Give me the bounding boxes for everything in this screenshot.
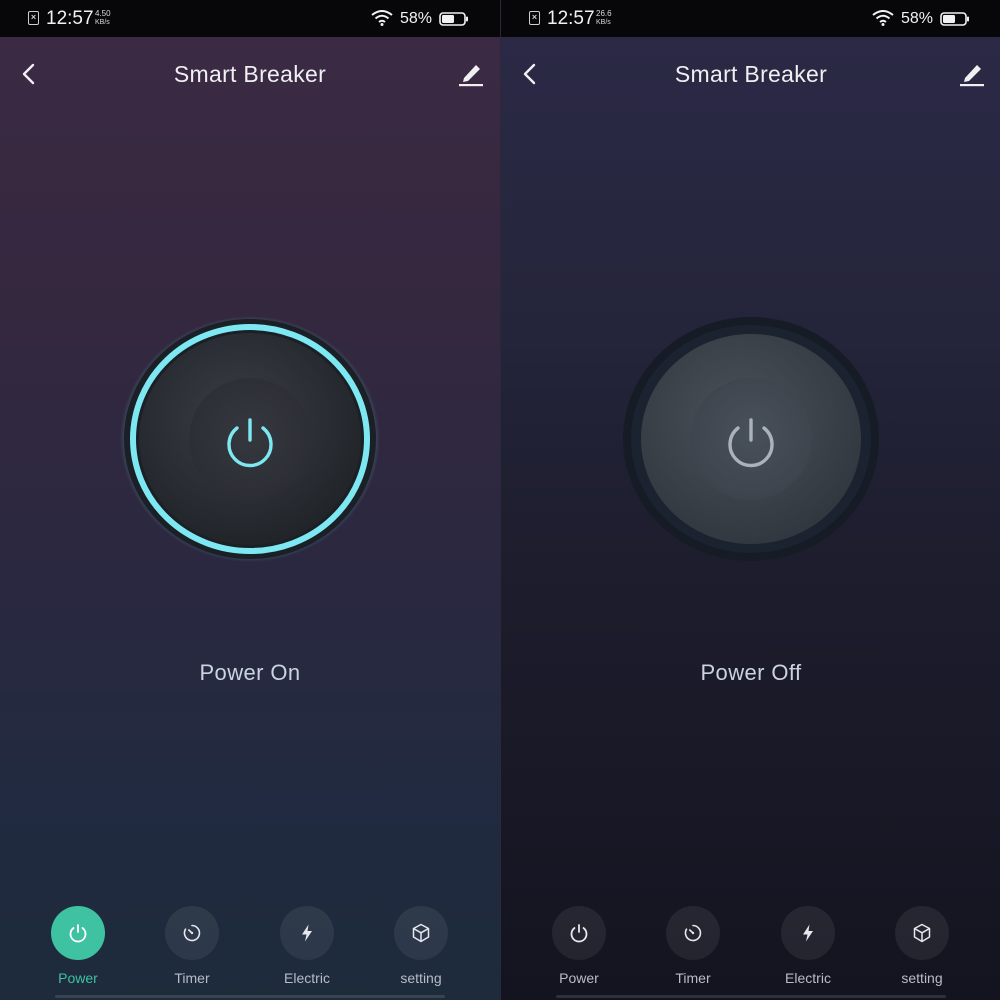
network-speed-unit: KB/s [596, 19, 611, 26]
network-speed: 4.50 KB/s [95, 9, 125, 27]
tab-timer-circle [165, 906, 219, 960]
network-speed-value: 26.6 [596, 9, 612, 18]
battery-icon [439, 12, 468, 26]
tab-power-circle [552, 906, 606, 960]
timer-icon [183, 924, 201, 942]
power-toggle-button[interactable] [120, 316, 380, 562]
tab-electric-circle [280, 906, 334, 960]
tab-label: Timer [174, 970, 210, 986]
battery-icon [940, 12, 969, 26]
tab-label: Timer [675, 970, 711, 986]
bottom-tab-bar: Power Timer Electric setting [0, 900, 500, 1000]
tab-power-circle [51, 906, 105, 960]
cube-icon [913, 923, 931, 943]
lightning-icon [302, 924, 312, 942]
status-bar: × 12:57 26.6 KB/s 58% [501, 0, 1000, 37]
tab-power[interactable]: Power [539, 906, 619, 990]
lightning-icon [803, 924, 813, 942]
tab-timer[interactable]: Timer [653, 906, 733, 990]
header: Smart Breaker [501, 37, 1000, 113]
edit-pencil-icon[interactable] [957, 59, 987, 87]
tab-setting-circle [895, 906, 949, 960]
network-speed: 26.6 KB/s [596, 9, 626, 27]
bottom-tab-bar: Power Timer Electric setting [501, 900, 1000, 1000]
power-toggle-button[interactable] [621, 316, 881, 562]
tab-electric[interactable]: Electric [768, 906, 848, 990]
wifi-icon [872, 10, 894, 26]
network-speed-value: 4.50 [95, 9, 111, 18]
header: Smart Breaker [0, 37, 500, 113]
tab-electric-circle [781, 906, 835, 960]
tab-setting[interactable]: setting [381, 906, 461, 990]
tab-label: Electric [284, 970, 330, 986]
battery-percentage: 58% [901, 10, 934, 27]
tab-electric[interactable]: Electric [267, 906, 347, 990]
sim-off-icon: × [529, 11, 540, 25]
power-icon [570, 924, 588, 943]
home-indicator [55, 995, 445, 998]
power-knob [623, 317, 879, 561]
tab-label: setting [400, 970, 442, 986]
edit-pencil-icon[interactable] [456, 59, 486, 87]
tab-label: Power [58, 970, 98, 986]
status-time: 12:57 [46, 8, 94, 29]
tab-label: Electric [785, 970, 831, 986]
power-status-text: Power Off [700, 660, 802, 685]
status-time: 12:57 [547, 8, 595, 29]
status-bar: × 12:57 4.50 KB/s 58% [0, 0, 500, 37]
page-title: Smart Breaker [674, 61, 828, 87]
home-indicator [556, 995, 946, 998]
phone-screen-power-off: × 12:57 26.6 KB/s 58% Smart Breaker Powe… [500, 0, 1000, 1000]
phone-screen-power-on: × 12:57 4.50 KB/s 58% Smart Breaker Powe… [0, 0, 500, 1000]
battery-percentage: 58% [400, 10, 433, 27]
network-speed-unit: KB/s [95, 19, 110, 26]
cube-icon [412, 923, 430, 943]
tab-power[interactable]: Power [38, 906, 118, 990]
tab-setting-circle [394, 906, 448, 960]
power-status-text: Power On [199, 660, 301, 685]
wifi-icon [371, 10, 393, 26]
power-knob [120, 316, 380, 562]
sim-off-icon: × [28, 11, 39, 25]
tab-label: setting [901, 970, 943, 986]
page-title: Smart Breaker [173, 61, 327, 87]
tab-label: Power [559, 970, 599, 986]
tab-timer[interactable]: Timer [152, 906, 232, 990]
timer-icon [684, 924, 702, 942]
power-icon [69, 924, 87, 943]
tab-timer-circle [666, 906, 720, 960]
tab-setting[interactable]: setting [882, 906, 962, 990]
